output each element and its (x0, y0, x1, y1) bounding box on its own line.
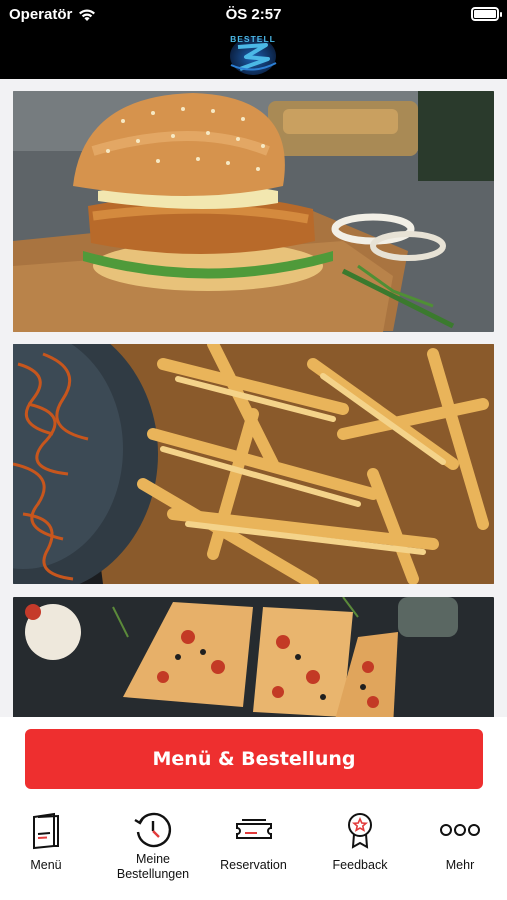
fries-image[interactable] (13, 344, 494, 584)
tab-feedback-label: Feedback (332, 858, 388, 872)
pizza-image[interactable] (13, 597, 494, 717)
award-ribbon-icon (348, 813, 372, 849)
tab-my-orders-label: Meine Bestellungen (116, 852, 190, 881)
logo-text: BESTELL (230, 34, 276, 44)
burger-image[interactable] (13, 91, 494, 332)
bestell-logo: BESTELL (230, 34, 277, 75)
home-content[interactable] (0, 79, 507, 717)
status-bar: Operatör ÖS 2:57 (0, 0, 507, 30)
menu-card-icon (33, 812, 59, 850)
tab-more-label: Mehr (445, 858, 475, 872)
tab-bar: Menü Meine Bestellungen Reservation Feed… (0, 805, 507, 900)
tab-my-orders[interactable]: Meine Bestellungen (108, 805, 198, 900)
status-time: ÖS 2:57 (225, 6, 282, 23)
cta-area: Menü & Bestellung (0, 717, 507, 805)
menu-order-button[interactable]: Menü & Bestellung (25, 729, 483, 789)
battery-icon (471, 7, 502, 21)
tab-menu[interactable]: Menü (10, 805, 82, 900)
tab-menu-label: Menü (30, 858, 62, 872)
more-dots-icon (440, 824, 480, 836)
ticket-icon (235, 819, 272, 839)
tab-reservation-label: Reservation (220, 858, 287, 872)
tab-feedback[interactable]: Feedback (318, 805, 402, 900)
history-clock-icon (134, 812, 172, 848)
tab-more[interactable]: Mehr (420, 805, 500, 900)
tab-reservation[interactable]: Reservation (206, 805, 301, 900)
app-header: Operatör ÖS 2:57 BESTELL (0, 0, 507, 79)
